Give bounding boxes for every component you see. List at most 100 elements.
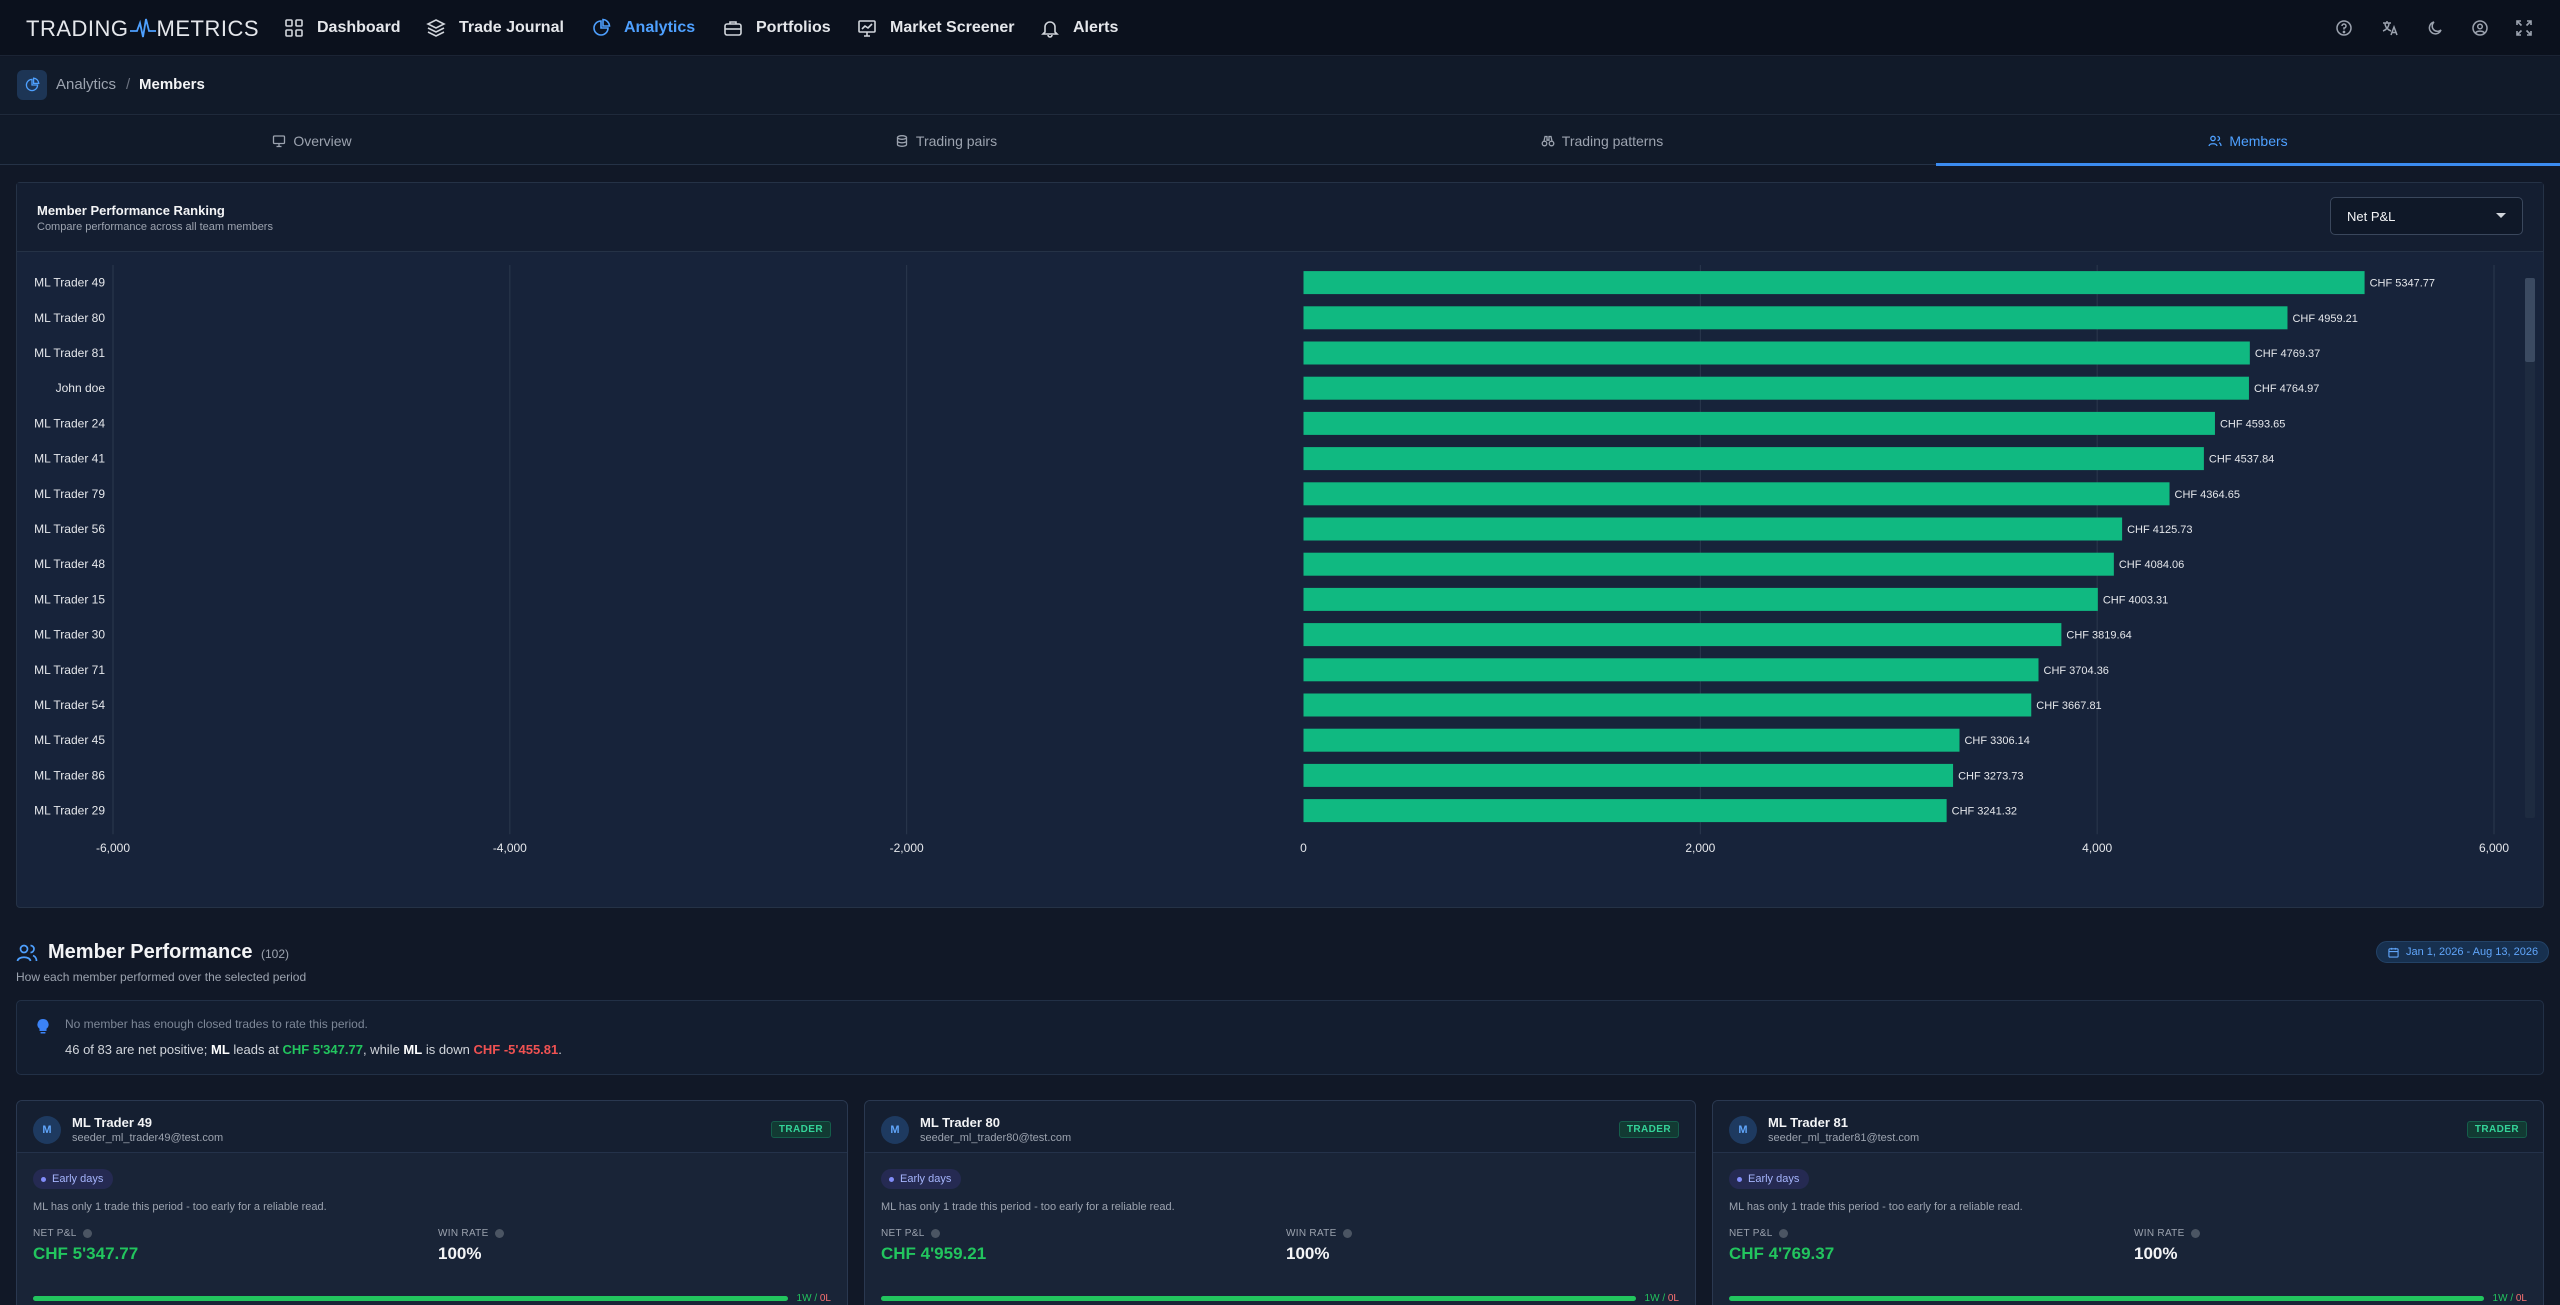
insight-while: , while (362, 1042, 404, 1057)
member-performance-title: Member Performance (48, 941, 253, 963)
category-label: ML Trader 24 (34, 416, 105, 430)
nav-analytics[interactable]: Analytics (591, 17, 695, 39)
member-count: (102) (261, 947, 290, 961)
account-button[interactable] (2469, 17, 2491, 39)
early-days-note: ML has only 1 trade this period - too ea… (881, 1201, 1175, 1213)
info-icon[interactable] (494, 1229, 504, 1238)
member-card[interactable]: M ML Trader 81 seeder_ml_trader81@test.c… (1712, 1100, 2544, 1305)
chart-scrollbar[interactable] (2525, 278, 2535, 818)
bar-value-label: CHF 3273.73 (1958, 770, 2023, 782)
win-rate-label-text: WIN RATE (2134, 1228, 2185, 1239)
chart-bar (1303, 482, 2170, 506)
nav-market-screener[interactable]: Market Screener (857, 17, 1015, 39)
chart-bar (1303, 799, 1947, 823)
category-label: ML Trader 56 (34, 522, 105, 536)
win-loss-count: 1W / 0L (1645, 1293, 1679, 1304)
losses-count: 0L (819, 1293, 831, 1304)
category-label: ML Trader 41 (34, 452, 105, 466)
pie-chart-icon (593, 18, 611, 36)
losses-count: 0L (2515, 1293, 2527, 1304)
chevron-down-icon (2496, 213, 2506, 218)
win-loss-count: 1W / 0L (797, 1293, 831, 1304)
avatar: M (881, 1116, 909, 1144)
analytics-tabs: Overview Trading pairs Trading patterns … (0, 116, 2560, 166)
category-label: ML Trader 30 (34, 628, 105, 642)
wins-count: 1W (796, 1293, 812, 1304)
category-label: John doe (56, 381, 106, 395)
breadcrumb-parent[interactable]: Analytics (56, 76, 116, 93)
member-name: ML Trader 49 (72, 1115, 152, 1130)
info-icon[interactable] (1342, 1229, 1352, 1238)
category-label: ML Trader 49 (34, 276, 105, 290)
net-pnl-label: NET P&L (1729, 1228, 1788, 1239)
wins-count: 1W (2492, 1293, 2508, 1304)
win-loss-count: 1W / 0L (2493, 1293, 2527, 1304)
users-icon (16, 944, 38, 962)
tab-members[interactable]: Members (1936, 116, 2560, 166)
pie-chart-icon (25, 77, 40, 92)
x-tick-label: 0 (1300, 841, 1307, 855)
win-rate-value: 100% (1286, 1244, 1330, 1263)
bar-value-label: CHF 5347.77 (2370, 278, 2435, 290)
early-days-note: ML has only 1 trade this period - too ea… (33, 1201, 327, 1213)
info-icon[interactable] (2190, 1229, 2200, 1238)
language-button[interactable] (2379, 17, 2401, 39)
chart-bar (1303, 587, 2098, 611)
chart-bar (1303, 623, 2062, 647)
info-icon[interactable] (930, 1229, 940, 1238)
chart-bar (1303, 341, 2250, 365)
top-navigation: TRADING METRICS Dashboard Trade Journal … (0, 0, 2560, 56)
win-rate-bar (33, 1296, 788, 1301)
x-tick-label: -6,000 (96, 841, 130, 855)
tab-trading-patterns[interactable]: Trading patterns (1268, 116, 1936, 165)
early-days-badge: Early days (881, 1169, 962, 1189)
info-icon[interactable] (1778, 1229, 1788, 1238)
insight-end: . (558, 1042, 562, 1057)
nav-portfolios[interactable]: Portfolios (723, 17, 831, 39)
category-label: ML Trader 81 (34, 346, 105, 360)
win-rate-label: WIN RATE (438, 1228, 504, 1239)
nav-dashboard[interactable]: Dashboard (284, 17, 401, 39)
role-badge: TRADER (770, 1121, 831, 1138)
x-tick-label: 6,000 (2479, 841, 2509, 855)
nav-trade-journal[interactable]: Trade Journal (426, 17, 564, 39)
app-logo[interactable]: TRADING METRICS (26, 16, 259, 42)
category-label: ML Trader 48 (34, 557, 105, 571)
user-circle-icon (2472, 20, 2488, 36)
theme-toggle[interactable] (2425, 17, 2447, 39)
nav-alerts[interactable]: Alerts (1040, 17, 1118, 39)
net-pnl-label-text: NET P&L (1729, 1228, 1773, 1239)
win-rate-label-text: WIN RATE (438, 1228, 489, 1239)
date-range-badge[interactable]: Jan 1, 2026 - Aug 13, 2026 (2376, 941, 2550, 963)
bar-value-label: CHF 4769.37 (2255, 348, 2320, 360)
help-button[interactable] (2333, 17, 2355, 39)
chart-bar (1303, 763, 1954, 787)
member-performance-subtitle: How each member performed over the selec… (16, 970, 307, 984)
insight-summary: 46 of 83 are net positive; ML leads at C… (65, 1042, 562, 1057)
net-pnl-label-text: NET P&L (881, 1228, 925, 1239)
net-pnl-label: NET P&L (33, 1228, 92, 1239)
bar-value-label: CHF 4084.06 (2119, 559, 2184, 571)
chart-bar (1303, 517, 2123, 541)
logo-text-right: METRICS (156, 16, 259, 41)
nav-alerts-label: Alerts (1073, 19, 1119, 36)
category-label: ML Trader 71 (34, 663, 105, 677)
bar-value-label: CHF 4364.65 (2175, 489, 2240, 501)
member-card[interactable]: M ML Trader 49 seeder_ml_trader49@test.c… (16, 1100, 848, 1305)
chart-scrollbar-thumb[interactable] (2525, 278, 2535, 362)
info-icon[interactable] (82, 1229, 92, 1238)
fullscreen-button[interactable] (2513, 17, 2535, 39)
metric-select[interactable]: Net P&L (2330, 197, 2523, 235)
pulse-logo-icon (129, 18, 156, 38)
tab-trading-patterns-label: Trading patterns (1561, 132, 1664, 149)
tab-overview[interactable]: Overview (0, 116, 624, 165)
x-tick-label: 2,000 (1685, 841, 1715, 855)
insight-is-down: is down (422, 1042, 474, 1057)
win-rate-label: WIN RATE (1286, 1228, 1352, 1239)
tab-trading-pairs[interactable]: Trading pairs (624, 116, 1268, 165)
insight-banner: No member has enough closed trades to ra… (16, 1000, 2544, 1075)
chart-bar (1303, 271, 2365, 295)
member-card[interactable]: M ML Trader 80 seeder_ml_trader80@test.c… (864, 1100, 1696, 1305)
early-days-badge: Early days (1729, 1169, 1810, 1189)
member-card-header: M ML Trader 49 seeder_ml_trader49@test.c… (17, 1101, 847, 1153)
